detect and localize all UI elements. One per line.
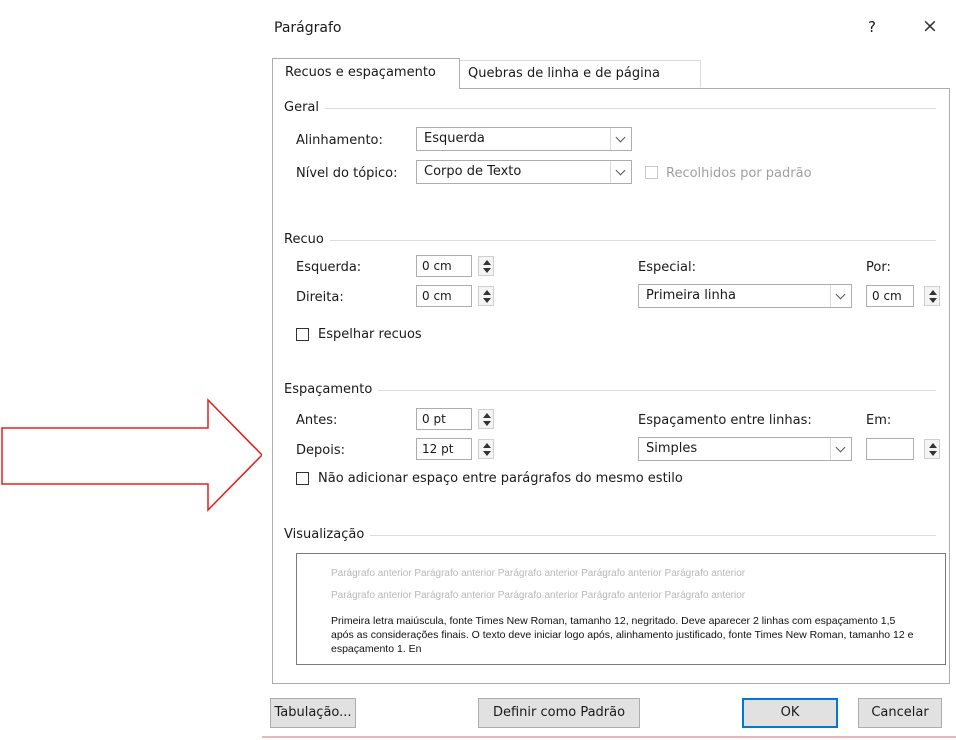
close-icon[interactable]: ×: [922, 15, 938, 37]
em-spinner[interactable]: [866, 438, 948, 460]
alinhamento-value: Esquerda: [424, 131, 485, 146]
preview-previous-line: Parágrafo anterior Parágrafo anterior Pa…: [331, 590, 746, 601]
antes-spinner[interactable]: 0 pt: [416, 408, 500, 430]
especial-select[interactable]: Primeira linha: [638, 284, 852, 308]
antes-label: Antes:: [296, 413, 338, 428]
preview-previous-line: Parágrafo anterior Parágrafo anterior Pa…: [331, 568, 746, 579]
entre-linhas-label: Espaçamento entre linhas:: [638, 413, 812, 428]
direita-value: 0 cm: [422, 289, 452, 303]
preview-box: Parágrafo anterior Parágrafo anterior Pa…: [296, 553, 946, 665]
nivel-topico-select[interactable]: Corpo de Texto: [416, 160, 632, 184]
section-label-geral: Geral: [284, 100, 325, 115]
nao-adicionar-label: Não adicionar espaço entre parágrafos do…: [318, 471, 683, 486]
ok-button[interactable]: OK: [742, 698, 838, 728]
paragraph-dialog: Parágrafo ? × Recuos e espaçamento Quebr…: [262, 0, 956, 740]
em-label: Em:: [866, 413, 892, 428]
tab-recuos-espacamento[interactable]: Recuos e espaçamento: [272, 58, 460, 89]
definir-padrao-button[interactable]: Definir como Padrão: [478, 698, 640, 728]
espelhar-label: Espelhar recuos: [318, 327, 422, 342]
spinner-arrows-icon[interactable]: [478, 409, 494, 429]
spinner-arrows-icon[interactable]: [478, 256, 494, 276]
por-spinner[interactable]: 0 cm: [866, 285, 948, 307]
spinner-arrows-icon[interactable]: [478, 286, 494, 306]
direita-label: Direita:: [296, 290, 344, 305]
spinner-arrows-icon[interactable]: [924, 286, 940, 306]
espelhar-checkbox[interactable]: [296, 328, 309, 341]
antes-value: 0 pt: [422, 412, 446, 426]
dialog-bottom-border: [262, 736, 956, 738]
chevron-down-icon: [610, 161, 631, 183]
tab-quebras-linha-pagina[interactable]: Quebras de linha e de página: [459, 60, 701, 87]
por-label: Por:: [866, 260, 891, 275]
nivel-topico-value: Corpo de Texto: [424, 164, 522, 179]
section-label-recuo: Recuo: [284, 232, 330, 247]
chevron-down-icon: [610, 128, 631, 150]
dialog-title: Parágrafo: [274, 20, 342, 36]
entre-linhas-value: Simples: [646, 441, 698, 456]
chevron-down-icon: [830, 438, 851, 460]
esquerda-label: Esquerda:: [296, 260, 362, 275]
chevron-down-icon: [830, 285, 851, 307]
separator-visualizacao: [284, 535, 936, 536]
especial-value: Primeira linha: [646, 288, 736, 303]
recolhidos-label: Recolhidos por padrão: [666, 166, 812, 181]
alinhamento-select[interactable]: Esquerda: [416, 127, 632, 151]
alinhamento-label: Alinhamento:: [296, 133, 383, 148]
nivel-topico-label: Nível do tópico:: [296, 166, 398, 181]
section-label-visualizacao: Visualização: [284, 527, 371, 542]
recolhidos-checkbox[interactable]: [645, 166, 658, 179]
depois-spinner[interactable]: 12 pt: [416, 438, 500, 460]
depois-label: Depois:: [296, 443, 345, 458]
preview-sample-text: Primeira letra maiúscula, fonte Times Ne…: [331, 615, 914, 655]
nao-adicionar-checkbox[interactable]: [296, 472, 309, 485]
annotation-arrow: [1, 398, 264, 512]
direita-spinner[interactable]: 0 cm: [416, 285, 500, 307]
separator-espacamento: [284, 390, 936, 391]
help-button[interactable]: ?: [868, 18, 876, 36]
spinner-arrows-icon[interactable]: [924, 439, 940, 459]
section-label-espacamento: Espaçamento: [284, 382, 379, 397]
depois-value: 12 pt: [422, 442, 454, 456]
separator-geral: [284, 108, 936, 109]
spinner-arrows-icon[interactable]: [478, 439, 494, 459]
especial-label: Especial:: [638, 260, 696, 275]
entre-linhas-select[interactable]: Simples: [638, 437, 852, 461]
esquerda-value: 0 cm: [422, 259, 452, 273]
tabulacao-button[interactable]: Tabulação...: [270, 698, 356, 728]
cancelar-button[interactable]: Cancelar: [858, 698, 942, 728]
esquerda-spinner[interactable]: 0 cm: [416, 255, 500, 277]
por-value: 0 cm: [872, 289, 902, 303]
separator-recuo: [284, 240, 936, 241]
